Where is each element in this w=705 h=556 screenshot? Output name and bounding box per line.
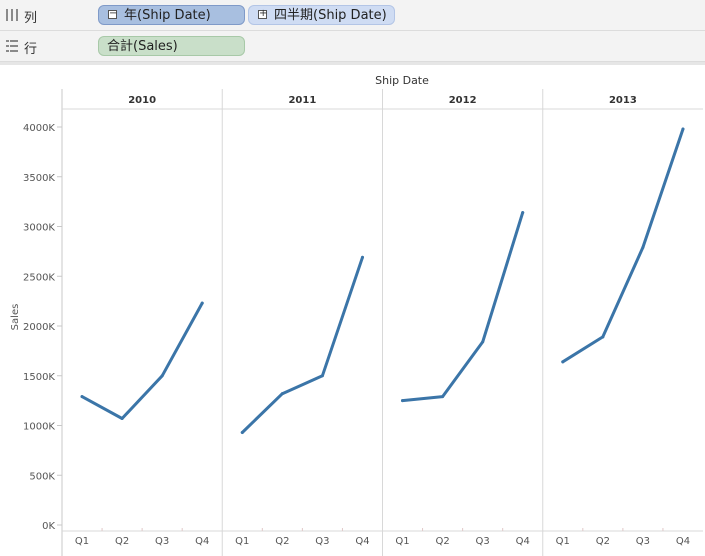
quarter-label: Q1 [556,536,570,547]
quarter-label: Q1 [235,536,249,547]
year-ship-date-pill[interactable]: − 年(Ship Date) [98,5,245,25]
panel-2010: 2010 Q1 Q2 Q3 Q4 [75,95,209,547]
year-panels: 2010Q1 Q2 Q3 Q42011Q1 Q2 Q3 Q42012Q1 Q2 Q3 Q42013… [75,89,690,556]
data-point [320,374,324,378]
sum-sales-pill-label: 合計(Sales) [107,39,178,54]
rows-shelf-label: 行 [24,42,38,57]
sales-line-2012 [401,211,525,403]
y-tick-label: 3500K [23,173,55,184]
quarter-label: Q1 [75,536,89,547]
data-point [280,392,284,396]
quarter-label: Q3 [315,536,329,547]
quarter-label: Q1 [395,536,409,547]
year-header: 2012 [449,95,477,106]
quarter-ship-date-pill-label: 四半期(Ship Date) [274,8,387,23]
data-point [601,335,605,339]
data-point [681,127,685,131]
quarter-ship-date-pill[interactable]: + 四半期(Ship Date) [248,5,395,25]
y-tick-label: 1000K [23,422,55,433]
year-ship-date-pill-label: 年(Ship Date) [124,8,211,23]
year-header: 2011 [288,95,316,106]
columns-shelf-label: 列 [24,11,38,26]
y-tick-label: 2500K [23,272,55,283]
quarter-label: Q2 [115,536,129,547]
quarter-label: Q2 [435,536,449,547]
quarter-label: Q2 [596,536,610,547]
chart-title: Ship Date [375,74,429,87]
y-tick-label: 1500K [23,372,55,383]
data-point [160,374,164,378]
columns-icon [6,9,18,21]
data-point [360,255,364,259]
year-header: 2013 [609,95,637,106]
data-point [441,395,445,399]
quarter-label: Q3 [636,536,650,547]
quarter-label: Q3 [155,536,169,547]
data-point [641,245,645,249]
y-tick-label: 0K [42,521,55,532]
data-point [240,430,244,434]
rows-shelf: 行 合計(Sales) [0,31,705,62]
sales-line-2013 [561,127,685,364]
data-point [521,211,525,215]
quarter-label: Q2 [275,536,289,547]
data-point [401,399,405,403]
data-point [80,395,84,399]
quarter-label: Q4 [676,536,690,547]
y-axis-label: Sales [10,304,21,331]
data-point [481,340,485,344]
y-axis: 0K 500K 1000K 1500K 2000K 2500K 3000K 3500K 4000… [23,123,62,532]
columns-shelf: 列 − 年(Ship Date) + 四半期(Ship Date) [0,0,705,31]
quarter-label: Q4 [195,536,209,547]
y-tick-label: 3000K [23,223,55,234]
quarter-label: Q4 [516,536,530,547]
year-header: 2010 [128,95,156,106]
sum-sales-pill[interactable]: 合計(Sales) [98,36,245,56]
data-point [561,360,565,364]
y-tick-label: 4000K [23,123,55,134]
expand-icon[interactable]: + [258,9,267,19]
panel-2012: 2012 Q1 Q2 Q3 Q4 [382,89,530,556]
sales-line-2011 [240,255,364,434]
rows-icon [6,40,18,52]
panel-2011: 2011 Q1 Q2 Q3 Q4 [221,89,370,556]
y-tick-label: 2000K [23,322,55,333]
sales-line-2010 [80,301,204,420]
panel-2013: 2013 Q1 Q2 Q3 Q4 [542,89,690,556]
sales-line-chart: Ship Date Sales 0K 500K 1000K 1500K 2000K 250… [10,74,703,556]
y-tick-label: 500K [29,471,55,482]
data-point [120,417,124,421]
collapse-icon[interactable]: − [108,9,117,19]
data-point [200,301,204,305]
quarter-label: Q3 [476,536,490,547]
quarter-label: Q4 [355,536,369,547]
